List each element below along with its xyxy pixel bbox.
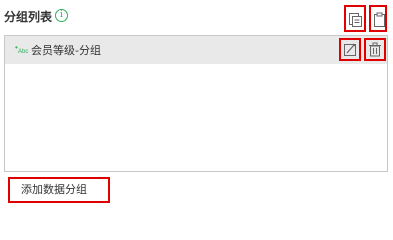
abc-text-field-icon: • Abc [15, 43, 29, 55]
delete-icon [369, 42, 381, 57]
copy-icon [349, 13, 362, 27]
group-list-panel: 分组列表 i • Abc 会员等级-分组 添加数据分组 [0, 0, 393, 208]
add-data-group-button[interactable]: 添加数据分组 [8, 177, 110, 203]
info-icon[interactable]: i [55, 9, 68, 22]
delete-button[interactable] [364, 38, 386, 61]
list-item[interactable]: • Abc 会员等级-分组 [5, 36, 387, 64]
paste-button[interactable] [369, 5, 387, 32]
group-list: • Abc 会员等级-分组 [4, 35, 388, 172]
paste-icon [374, 12, 385, 27]
panel-title: 分组列表 [4, 10, 53, 24]
abc-icon-text: Abc [18, 49, 29, 55]
list-item-label: 会员等级-分组 [31, 44, 101, 57]
edit-button[interactable] [339, 38, 361, 61]
edit-icon [344, 43, 356, 56]
copy-button[interactable] [344, 5, 366, 32]
